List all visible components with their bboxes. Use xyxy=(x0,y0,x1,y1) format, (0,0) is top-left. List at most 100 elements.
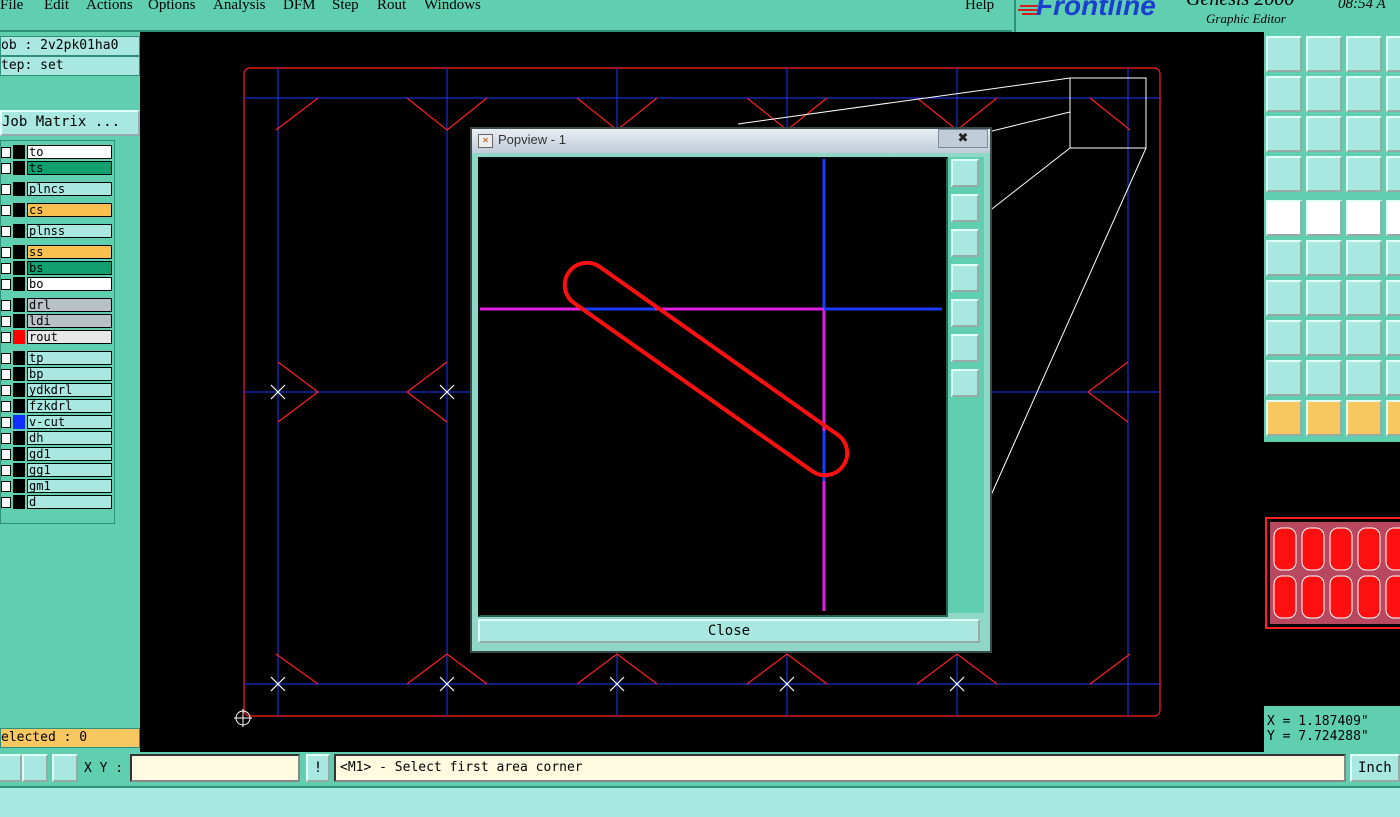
layer-row-cs[interactable]: cs xyxy=(1,203,113,217)
layer-color-swatch[interactable] xyxy=(13,145,25,159)
popview-canvas[interactable] xyxy=(478,157,948,617)
layer-color-swatch[interactable] xyxy=(13,261,25,275)
layer-color-swatch[interactable] xyxy=(13,431,25,445)
minus-icon[interactable] xyxy=(1306,320,1342,356)
layer-checkbox[interactable] xyxy=(1,316,11,327)
layer-row-ldi[interactable]: ldi xyxy=(1,314,113,328)
layer-name[interactable]: v-cut xyxy=(27,415,112,429)
layer-row-fzkdrl[interactable]: fzkdrl xyxy=(1,399,113,413)
layer-color-swatch[interactable] xyxy=(13,182,25,196)
layer-color-swatch[interactable] xyxy=(13,399,25,413)
zoom-out-icon[interactable] xyxy=(951,369,979,397)
pan-down-icon[interactable] xyxy=(951,229,979,257)
layer-name[interactable]: d xyxy=(27,495,112,509)
menu-dfm[interactable]: DFM xyxy=(283,0,316,14)
layer-name[interactable]: ss xyxy=(27,245,112,259)
layer-name[interactable]: ts xyxy=(27,161,112,175)
layer-color-swatch[interactable] xyxy=(13,415,25,429)
pointer-box-icon[interactable] xyxy=(1306,400,1342,436)
layer-name[interactable]: plncs xyxy=(27,182,112,196)
layer-name[interactable]: fzkdrl xyxy=(27,399,112,413)
arrow2-icon[interactable] xyxy=(1386,360,1400,396)
layer-checkbox[interactable] xyxy=(1,205,11,216)
ruler-icon[interactable] xyxy=(1346,200,1382,236)
layer-name[interactable]: rout xyxy=(27,330,112,344)
layer-color-swatch[interactable] xyxy=(13,314,25,328)
layers-icon[interactable] xyxy=(1266,156,1302,192)
cross-icon[interactable] xyxy=(1306,240,1342,276)
layer-name[interactable]: gd1 xyxy=(27,447,112,461)
pad-select-icon[interactable] xyxy=(1266,320,1302,356)
layer-color-swatch[interactable] xyxy=(13,495,25,509)
layer-checkbox[interactable] xyxy=(1,263,11,274)
layer-color-swatch[interactable] xyxy=(13,330,25,344)
layer-color-swatch[interactable] xyxy=(13,463,25,477)
layer-row-ts[interactable]: ts xyxy=(1,161,113,175)
menu-edit[interactable]: Edit xyxy=(44,0,69,14)
layer-checkbox[interactable] xyxy=(1,279,11,290)
layer-name[interactable]: bo xyxy=(27,277,112,291)
layer-color-swatch[interactable] xyxy=(13,351,25,365)
pan-left-icon[interactable] xyxy=(1266,76,1302,112)
layer-name[interactable]: gg1 xyxy=(27,463,112,477)
line-tool-icon[interactable] xyxy=(1306,200,1342,236)
layer-checkbox[interactable] xyxy=(1,385,11,396)
layer-checkbox[interactable] xyxy=(1,449,11,460)
layer-row-dh[interactable]: dh xyxy=(1,431,113,445)
layer-row-bo[interactable]: bo xyxy=(1,277,113,291)
layer-row-bp[interactable]: bp xyxy=(1,367,113,381)
menu-step[interactable]: Step xyxy=(332,0,359,14)
pad-icon[interactable] xyxy=(1266,200,1302,236)
layer-row-rout[interactable]: rout xyxy=(1,330,113,344)
frame-icon[interactable] xyxy=(1386,36,1400,72)
home-icon[interactable] xyxy=(1346,36,1382,72)
zoom-fit-icon[interactable] xyxy=(1266,116,1302,152)
angle-icon[interactable] xyxy=(1266,280,1302,316)
menu-actions[interactable]: Actions xyxy=(86,0,133,14)
rotate-icon[interactable] xyxy=(1346,280,1382,316)
dimension-icon[interactable] xyxy=(1346,320,1382,356)
pan-right-icon[interactable] xyxy=(1306,76,1342,112)
layer-color-swatch[interactable] xyxy=(13,161,25,175)
popview-titlebar[interactable]: ✕ Popview - 1 ✖ xyxy=(472,129,990,153)
grid-icon[interactable] xyxy=(1306,156,1342,192)
layer-checkbox[interactable] xyxy=(1,332,11,343)
layer-checkbox[interactable] xyxy=(1,353,11,364)
layer-checkbox[interactable] xyxy=(1,247,11,258)
layer-checkbox[interactable] xyxy=(1,226,11,237)
exclaim-button[interactable]: ! xyxy=(306,754,330,782)
units-button[interactable]: Inch xyxy=(1350,754,1400,782)
layer-checkbox[interactable] xyxy=(1,465,11,476)
layer-color-swatch[interactable] xyxy=(13,447,25,461)
slash-icon[interactable] xyxy=(1306,280,1342,316)
arch-a-icon[interactable] xyxy=(1346,360,1382,396)
layer-name[interactable]: bp xyxy=(27,367,112,381)
layer-checkbox[interactable] xyxy=(1,481,11,492)
layer-name[interactable]: dh xyxy=(27,431,112,445)
layer-row-ydkdrl[interactable]: ydkdrl xyxy=(1,383,113,397)
menu-options[interactable]: Options xyxy=(148,0,196,14)
zoom-in-icon[interactable] xyxy=(951,334,979,362)
layer-checkbox[interactable] xyxy=(1,163,11,174)
zoom-fit-icon[interactable] xyxy=(951,159,979,187)
menu-file[interactable]: File xyxy=(0,0,23,14)
job-matrix-button[interactable]: Job Matrix ... xyxy=(0,110,140,136)
layer-checkbox[interactable] xyxy=(1,417,11,428)
close-button[interactable]: Close xyxy=(478,619,980,643)
layer-checkbox[interactable] xyxy=(1,184,11,195)
frame3-icon[interactable] xyxy=(1386,116,1400,152)
home-down-icon[interactable] xyxy=(1306,36,1342,72)
pointer-tool-icon[interactable] xyxy=(1386,400,1400,436)
layer-row-gm1[interactable]: gm1 xyxy=(1,479,113,493)
layer-name[interactable]: bs xyxy=(27,261,112,275)
layer-name[interactable]: ydkdrl xyxy=(27,383,112,397)
layer-row-drl[interactable]: drl xyxy=(1,298,113,312)
layer-name[interactable]: cs xyxy=(27,203,112,217)
pan-left-icon[interactable] xyxy=(951,264,979,292)
menu-rout[interactable]: Rout xyxy=(377,0,406,14)
pointer-icon[interactable] xyxy=(1266,400,1302,436)
menu-analysis[interactable]: Analysis xyxy=(213,0,266,14)
undo-view-icon[interactable] xyxy=(1346,76,1382,112)
layer-name[interactable]: gm1 xyxy=(27,479,112,493)
layer-name[interactable]: ldi xyxy=(27,314,112,328)
